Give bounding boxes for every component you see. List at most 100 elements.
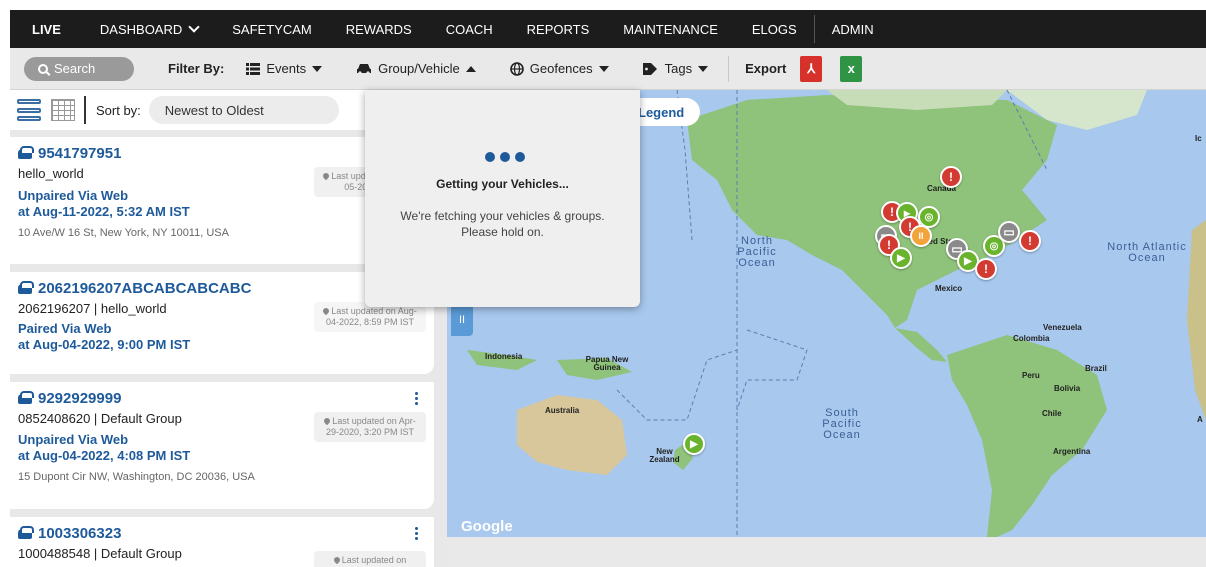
- nav-dashboard[interactable]: DASHBOARD: [83, 10, 215, 48]
- pairing-time: at Aug-04-2022, 4:08 PM IST: [18, 448, 191, 463]
- geofences-filter[interactable]: Geofences: [509, 61, 609, 76]
- events-filter[interactable]: Events: [246, 61, 323, 76]
- vehicle-id: 9541797951: [38, 145, 122, 162]
- group-vehicle-label: Group/Vehicle: [378, 61, 460, 76]
- vehicle-address: 10 Ave/W 16 St, New York, NY 10011, USA: [18, 227, 229, 239]
- vehicle-subtitle: 1000488548 | Default Group: [18, 546, 182, 561]
- nav-reports[interactable]: REPORTS: [510, 10, 607, 48]
- car-icon: [357, 63, 372, 75]
- map-label-peru: Peru: [1022, 371, 1040, 380]
- panel-collapse-handle[interactable]: II: [451, 304, 473, 336]
- top-nav: LIVE DASHBOARD SAFETYCAM REWARDS COACH R…: [10, 10, 1206, 48]
- loading-dots-icon: [485, 152, 525, 162]
- pairing-time: at Aug-04-2022, 9:00 PM IST: [18, 337, 191, 352]
- last-updated-text: Last updated on Apr-29-2020, 3:20 PM IST: [325, 416, 416, 437]
- map-label-brazil: Brazil: [1085, 364, 1107, 373]
- nav-live[interactable]: LIVE: [10, 10, 83, 48]
- vehicle-marker-idle[interactable]: ▭: [998, 221, 1020, 243]
- grid-view-icon: [51, 99, 75, 121]
- chevron-down-icon: [188, 20, 200, 33]
- map-footer: [447, 537, 1206, 567]
- list-view-button[interactable]: [14, 96, 44, 124]
- search-icon: [38, 63, 48, 74]
- grid-view-button[interactable]: [48, 96, 78, 124]
- map-label-australia: Australia: [545, 406, 580, 415]
- caret-down-icon: [698, 65, 709, 72]
- more-options-icon[interactable]: [415, 527, 419, 540]
- vehicle-id: 1003306323: [38, 525, 122, 542]
- vehicle-marker-alert[interactable]: !: [975, 258, 997, 280]
- last-updated-text: Last updated on: [341, 555, 407, 565]
- export-excel-icon[interactable]: x: [840, 55, 863, 82]
- nav-elogs[interactable]: ELOGS: [735, 10, 814, 48]
- map-label-indonesia: Indonesia: [485, 352, 523, 361]
- vehicle-card[interactable]: 1003306323 1000488548 | Default Group La…: [10, 517, 434, 567]
- vehicle-id: 9292929999: [38, 390, 122, 407]
- list-icon: [246, 62, 261, 75]
- map-label-argentina: Argentina: [1053, 447, 1091, 456]
- map-label-edge-ic: Ic: [1195, 134, 1202, 143]
- nav-rewards[interactable]: REWARDS: [329, 10, 429, 48]
- vehicle-marker-moving[interactable]: ▶: [890, 247, 912, 269]
- last-updated-text: Last updated on Aug-04-2022, 8:59 PM IST: [325, 306, 417, 327]
- sort-select-value: Newest to Oldest: [164, 102, 264, 118]
- sort-select[interactable]: Newest to Oldest: [148, 96, 339, 124]
- car-icon: [18, 280, 34, 294]
- nav-maintenance[interactable]: MAINTENANCE: [606, 10, 735, 48]
- pairing-time: at Aug-11-2022, 5:32 AM IST: [18, 204, 190, 219]
- toolbar-divider: [84, 96, 86, 124]
- vehicle-card[interactable]: 9292929999 0852408620 | Default Group Un…: [10, 382, 434, 509]
- vehicle-marker-paused[interactable]: II: [910, 225, 932, 247]
- list-view-icon: [17, 99, 41, 121]
- export-pdf-icon[interactable]: ⅄: [800, 55, 823, 82]
- tags-label: Tags: [664, 61, 693, 76]
- car-icon: [18, 390, 34, 404]
- vehicle-subtitle: 2062196207 | hello_world: [18, 301, 167, 316]
- search-button[interactable]: Search: [24, 56, 134, 81]
- map-label-mexico: Mexico: [935, 284, 963, 293]
- nav-safetycam[interactable]: SAFETYCAM: [215, 10, 328, 48]
- vehicle-subtitle: hello_world: [18, 166, 84, 181]
- map-label-chile: Chile: [1042, 409, 1062, 418]
- more-options-icon[interactable]: [415, 392, 419, 405]
- google-logo: Google: [461, 518, 513, 535]
- map-label-new-zealand: New Zealand: [649, 447, 680, 464]
- map-label-venezuela: Venezuela: [1043, 323, 1082, 332]
- pairing-status: Paired Via Web: [18, 321, 112, 336]
- tag-icon: [642, 62, 657, 75]
- popup-message: We're fetching your vehicles & groups. P…: [400, 209, 605, 239]
- globe-icon: [509, 61, 524, 76]
- vehicle-subtitle: 0852408620 | Default Group: [18, 411, 182, 426]
- caret-down-icon: [312, 65, 323, 72]
- loading-popup: Getting your Vehicles... We're fetching …: [365, 90, 640, 307]
- nav-dashboard-label: DASHBOARD: [99, 21, 183, 37]
- caret-up-icon: [465, 65, 476, 72]
- vehicle-marker-alert[interactable]: !: [1019, 230, 1041, 252]
- nav-coach[interactable]: COACH: [429, 10, 510, 48]
- sort-by-label: Sort by:: [96, 102, 141, 118]
- vehicle-marker-moving[interactable]: ▶: [683, 433, 705, 455]
- last-updated-badge: Last updated on: [314, 551, 426, 567]
- vehicle-card-title: 9292929999: [18, 390, 121, 407]
- vehicle-marker-alert[interactable]: !: [940, 166, 962, 188]
- nav-admin[interactable]: ADMIN: [815, 10, 891, 48]
- map-label-bolivia: Bolivia: [1054, 384, 1081, 393]
- map-label-papua-new-guinea: Papua New Guinea: [585, 355, 629, 372]
- tags-filter[interactable]: Tags: [642, 61, 709, 76]
- car-icon: [18, 525, 34, 539]
- vehicle-card-title: 2062196207ABCABCABCABC: [18, 280, 251, 297]
- pairing-status: Unpaired Via Web: [18, 188, 129, 203]
- last-updated-badge: Last updated on Apr-29-2020, 3:20 PM IST: [314, 412, 426, 442]
- filter-bar: Search Filter By: Events Group/Vehicle G…: [10, 48, 1206, 90]
- geofences-label: Geofences: [529, 61, 593, 76]
- location-pin-icon: [321, 306, 331, 316]
- group-vehicle-filter[interactable]: Group/Vehicle: [356, 61, 476, 76]
- search-label: Search: [54, 61, 96, 76]
- map-label-edge-a: A: [1197, 415, 1203, 424]
- location-pin-icon: [332, 555, 341, 565]
- events-label: Events: [266, 61, 307, 76]
- ocean-label-south-pacific: South Pacific Ocean: [822, 407, 862, 441]
- car-icon: [18, 145, 34, 159]
- pairing-status: Unpaired Via Web: [18, 432, 129, 447]
- filter-divider: [728, 55, 730, 82]
